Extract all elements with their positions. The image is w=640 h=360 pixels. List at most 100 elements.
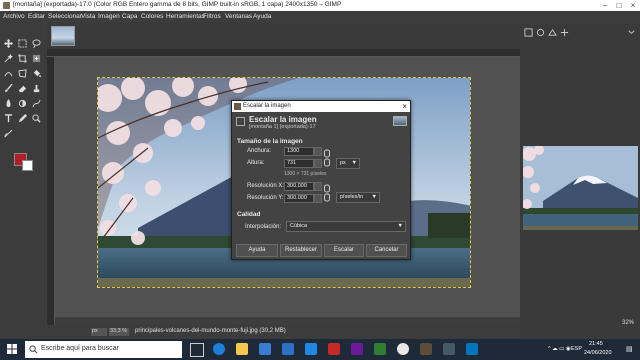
dock-zoom-label: 32% [621,320,634,326]
navigation-preview[interactable] [523,146,638,230]
menu-capa[interactable]: Capa [122,13,138,20]
app-icon-purple[interactable] [351,343,363,355]
interpolation-label: Interpolación: [245,224,282,230]
paintbrush-icon[interactable] [4,84,13,93]
edge-icon[interactable] [213,343,225,355]
color-picker-icon[interactable] [18,114,27,123]
rectangle-select-icon[interactable] [18,39,27,48]
menu-seleccionar[interactable]: Seleccionar [48,13,82,20]
task-view-icon[interactable] [190,343,204,357]
warp-transform-icon[interactable] [4,69,13,78]
measure-tool-icon[interactable] [4,129,13,138]
search-icon [29,345,38,354]
width-input[interactable]: 1300 [284,147,314,156]
background-color-swatch[interactable] [22,160,33,171]
path-tool-icon[interactable] [32,99,41,108]
width-spinner[interactable] [314,147,322,156]
clock-time[interactable]: 21:45 [589,341,603,347]
scale-button[interactable]: Escalar [324,244,364,257]
dock-menu-icon[interactable] [627,28,636,37]
scale-icon [236,117,245,126]
app-icon-green[interactable] [374,343,386,355]
zoom-tool-icon[interactable] [32,114,41,123]
smudge-icon[interactable] [4,99,13,108]
bucket-fill-icon[interactable] [32,69,41,78]
resx-input[interactable]: 300.000 [284,182,314,191]
fuzzy-select-icon[interactable] [4,54,13,63]
height-input[interactable]: 731 [284,159,314,168]
menu-archivo[interactable]: Archivo [3,13,25,20]
chrome-icon[interactable] [397,343,409,355]
status-filename: principales-volcanes-del-mundo-monte-fuj… [135,328,286,334]
eraser-icon[interactable] [18,84,27,93]
file-explorer-icon[interactable] [236,343,248,355]
chevron-down-icon: ▼ [351,160,357,166]
window-title: [montaña] (exportada)-17.0 (Color RGB En… [13,1,342,8]
app-icon-red[interactable] [328,343,340,355]
lasso-icon[interactable] [32,39,41,48]
menu-ventanas[interactable]: Ventanas [225,13,252,20]
resy-spinner[interactable] [314,194,322,203]
menu-ayuda[interactable]: Ayuda [253,13,271,20]
crop-icon[interactable] [18,54,27,63]
menu-vista[interactable]: Vista [81,13,95,20]
notifications-icon[interactable]: ▤ [626,345,633,353]
scale-image-dialog: Escalar la imagen × Escalar la imagen [m… [231,100,411,260]
window-title-bar: [montaña] (exportada)-17.0 (Color RGB En… [0,0,640,11]
close-window-button[interactable]: × [626,0,640,11]
size-unit-value: px [340,160,346,166]
zoom-app-icon[interactable] [305,343,317,355]
menu-colores[interactable]: Colores [141,13,163,20]
minimize-button[interactable]: – [598,0,612,11]
gimp-taskbar-icon[interactable] [420,343,432,355]
language-indicator[interactable]: ESP [571,346,582,352]
height-spinner[interactable] [314,159,322,168]
menu-filtros[interactable]: Filtros [203,13,221,20]
top-ruler [47,49,520,57]
unit-selector[interactable]: px [91,328,107,336]
move-tool-icon[interactable] [4,39,13,48]
gimp-app-icon [3,2,10,9]
image-tab-thumbnail[interactable] [51,26,75,46]
size-unit-select[interactable]: px ▼ [336,158,360,169]
navigation-thumbnail [523,146,638,230]
app-icon-blue[interactable] [466,343,478,355]
clock-date[interactable]: 24/06/2020 [584,350,612,356]
resolution-chain-icon[interactable] [324,183,330,203]
resy-input[interactable]: 300.000 [284,194,314,203]
horizontal-scrollbar[interactable] [55,317,520,325]
dialog-close-button[interactable]: × [402,101,407,112]
reset-button[interactable]: Restablecer [280,244,322,257]
dock-tab-icon[interactable] [524,28,533,37]
menu-imagen[interactable]: Imagen [98,13,120,20]
mail-icon[interactable] [282,343,294,355]
resolution-unit-select[interactable]: píxeles/in ▼ [336,192,380,203]
dialog-heading: Escalar la imagen [249,115,317,124]
chain-link-icon[interactable] [324,148,330,168]
size-section-title: Tamaño de la imagen [237,138,303,145]
dodge-burn-icon[interactable] [18,99,27,108]
tray-icons[interactable]: ^ ☁ ▭ ◉ [548,346,571,352]
unified-transform-icon[interactable] [32,54,41,63]
interpolation-value: Cúbica [290,223,308,229]
windows-start-icon[interactable] [7,344,17,354]
menu-herramientas[interactable]: Herramientas [166,13,205,20]
dock-tab-icon-3[interactable] [548,28,557,37]
menu-editar[interactable]: Editar [28,13,45,20]
dock-tab-icon-4[interactable] [560,28,569,37]
maximize-button[interactable]: □ [612,0,626,11]
zoom-selector[interactable]: 33,3 % [109,328,129,336]
text-tool-icon[interactable] [4,114,13,123]
help-button[interactable]: Ayuda [236,244,278,257]
menubar: Archivo Editar Seleccionar Vista Imagen … [0,11,640,23]
cage-transform-icon[interactable] [18,69,27,78]
resx-spinner[interactable] [314,182,322,191]
dock-tab-icon-2[interactable] [536,28,545,37]
interpolation-select[interactable]: Cúbica ▼ [286,221,406,232]
resolution-unit-value: píxeles/in [340,194,364,200]
store-icon[interactable] [259,343,271,355]
cancel-button[interactable]: Cancelar [366,244,407,257]
app-icon-gray[interactable] [443,343,455,355]
taskbar-search-box[interactable]: Escribe aquí para buscar [25,341,182,358]
clone-stamp-icon[interactable] [32,84,41,93]
